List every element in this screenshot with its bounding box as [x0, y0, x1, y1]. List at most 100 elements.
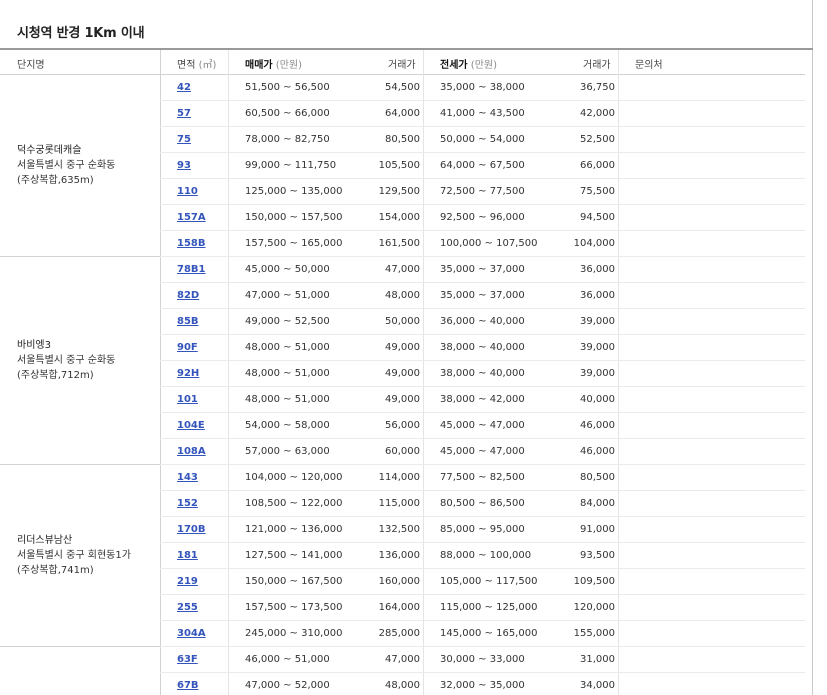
header-sale: 매매가 (만원) — [245, 56, 302, 71]
header-jeonse-tx: 거래가 — [583, 60, 611, 71]
jeonse-price-range: 50,000 ~ 54,000 — [440, 134, 525, 145]
sale-price-range: 150,000 ~ 157,500 — [245, 212, 343, 223]
jeonse-price-range: 45,000 ~ 47,000 — [440, 446, 525, 457]
sale-price-range: 127,500 ~ 141,000 — [245, 550, 343, 561]
area-link[interactable]: 101 — [177, 394, 198, 405]
table-row: 101 48,000 ~ 51,000 49,000 38,000 ~ 42,000 4… — [160, 387, 805, 413]
area-link[interactable]: 110 — [177, 186, 198, 197]
area-link[interactable]: 219 — [177, 576, 198, 587]
sale-price-range: 99,000 ~ 111,750 — [245, 160, 337, 171]
sale-transaction-price: 115,000 — [378, 498, 420, 509]
jeonse-transaction-price: 34,000 — [580, 680, 615, 691]
area-link[interactable]: 255 — [177, 602, 198, 613]
jeonse-price-range: 35,000 ~ 38,000 — [440, 82, 525, 93]
table-row: 75 78,000 ~ 82,750 80,500 50,000 ~ 54,000 52… — [160, 127, 805, 153]
table-row: 143 104,000 ~ 120,000 114,000 77,500 ~ 82,5… — [160, 465, 805, 491]
area-link[interactable]: 108A — [177, 446, 206, 457]
jeonse-transaction-price: 36,000 — [580, 264, 615, 275]
area-link[interactable]: 104E — [177, 420, 205, 431]
jeonse-price-range: 77,500 ~ 82,500 — [440, 472, 525, 483]
jeonse-price-range: 115,000 ~ 125,000 — [440, 602, 538, 613]
jeonse-price-range: 35,000 ~ 37,000 — [440, 290, 525, 301]
jeonse-transaction-price: 94,500 — [580, 212, 615, 223]
table-row: 104E 54,000 ~ 58,000 56,000 45,000 ~ 47,000… — [160, 413, 805, 439]
jeonse-price-range: 145,000 ~ 165,000 — [440, 628, 538, 639]
table-row: 110 125,000 ~ 135,000 129,500 72,500 ~ 77,5… — [160, 179, 805, 205]
jeonse-price-range: 45,000 ~ 47,000 — [440, 420, 525, 431]
area-link[interactable]: 63F — [177, 654, 198, 665]
sale-price-range: 78,000 ~ 82,750 — [245, 134, 330, 145]
area-link[interactable]: 67B — [177, 680, 199, 691]
sale-transaction-price: 105,500 — [378, 160, 420, 171]
area-link[interactable]: 90F — [177, 342, 198, 353]
complex-info: 리더스뷰남산 서울특별시 중구 회현동1가 (주상복합,741m) — [17, 533, 131, 578]
area-link[interactable]: 157A — [177, 212, 206, 223]
sale-price-range: 60,500 ~ 66,000 — [245, 108, 330, 119]
complex-group: 덕수궁롯데캐슬 서울특별시 중구 순화동 (주상복합,635m) 42 51,500 ~… — [0, 75, 805, 257]
sale-price-range: 54,000 ~ 58,000 — [245, 420, 330, 431]
area-link[interactable]: 75 — [177, 134, 191, 145]
jeonse-transaction-price: 75,500 — [580, 186, 615, 197]
complex-group: 리더스뷰남산 서울특별시 중구 회현동1가 (주상복합,741m) 143 104,00… — [0, 465, 805, 647]
area-link[interactable]: 170B — [177, 524, 206, 535]
jeonse-price-range: 38,000 ~ 40,000 — [440, 368, 525, 379]
table-row: 93 99,000 ~ 111,750 105,500 64,000 ~ 67,500… — [160, 153, 805, 179]
jeonse-transaction-price: 46,000 — [580, 420, 615, 431]
area-link[interactable]: 78B1 — [177, 264, 206, 275]
complex-name: 덕수궁롯데캐슬 — [17, 145, 82, 156]
jeonse-transaction-price: 31,000 — [580, 654, 615, 665]
area-link[interactable]: 152 — [177, 498, 198, 509]
jeonse-transaction-price: 39,000 — [580, 368, 615, 379]
title-bar: 시청역 반경 1Km 이내 — [0, 0, 813, 50]
jeonse-transaction-price: 84,000 — [580, 498, 615, 509]
sale-transaction-price: 114,000 — [378, 472, 420, 483]
area-link[interactable]: 143 — [177, 472, 198, 483]
header-jeonse: 전세가 (만원) — [440, 56, 497, 71]
table-row: 67B 47,000 ~ 52,000 48,000 32,000 ~ 35,000 3… — [160, 673, 805, 695]
area-link[interactable]: 85B — [177, 316, 199, 327]
jeonse-price-range: 64,000 ~ 67,500 — [440, 160, 525, 171]
complex-info: 바비엥3 서울특별시 중구 순화동 (주상복합,712m) — [17, 338, 115, 383]
table-row: 63F 46,000 ~ 51,000 47,000 30,000 ~ 33,000 3… — [160, 647, 805, 673]
sale-price-range: 46,000 ~ 51,000 — [245, 654, 330, 665]
area-link[interactable]: 181 — [177, 550, 198, 561]
sale-transaction-price: 161,500 — [378, 238, 420, 249]
table-row: 108A 57,000 ~ 63,000 60,000 45,000 ~ 47,000… — [160, 439, 805, 465]
jeonse-price-range: 72,500 ~ 77,500 — [440, 186, 525, 197]
sale-transaction-price: 60,000 — [385, 446, 420, 457]
header-area: 면적 (㎡) — [177, 56, 216, 71]
jeonse-price-range: 100,000 ~ 107,500 — [440, 238, 538, 249]
sale-transaction-price: 48,000 — [385, 290, 420, 301]
table-row: 304A 245,000 ~ 310,000 285,000 145,000 ~ 16… — [160, 621, 805, 647]
area-link[interactable]: 304A — [177, 628, 206, 639]
jeonse-transaction-price: 42,000 — [580, 108, 615, 119]
sale-price-range: 49,000 ~ 52,500 — [245, 316, 330, 327]
table-row: 181 127,500 ~ 141,000 136,000 88,000 ~ 100,… — [160, 543, 805, 569]
complex-group: 바비엥3 서울특별시 중구 순화동 (주상복합,712m) 78B1 45,000 ~ … — [0, 257, 805, 465]
area-link[interactable]: 42 — [177, 82, 191, 93]
jeonse-price-range: 30,000 ~ 33,000 — [440, 654, 525, 665]
jeonse-price-range: 105,000 ~ 117,500 — [440, 576, 538, 587]
sale-transaction-price: 54,500 — [385, 82, 420, 93]
sale-price-range: 157,500 ~ 173,500 — [245, 602, 343, 613]
area-link[interactable]: 92H — [177, 368, 199, 379]
sale-price-range: 245,000 ~ 310,000 — [245, 628, 343, 639]
area-link[interactable]: 82D — [177, 290, 199, 301]
area-link[interactable]: 57 — [177, 108, 191, 119]
area-link[interactable]: 93 — [177, 160, 191, 171]
jeonse-price-range: 38,000 ~ 42,000 — [440, 394, 525, 405]
complex-info: 덕수궁롯데캐슬 서울특별시 중구 순화동 (주상복합,635m) — [17, 143, 115, 188]
header-jeonse-unit: (만원) — [470, 60, 497, 71]
jeonse-price-range: 36,000 ~ 40,000 — [440, 316, 525, 327]
sale-transaction-price: 132,500 — [378, 524, 420, 535]
header-area-label: 면적 — [177, 60, 196, 71]
jeonse-price-range: 32,000 ~ 35,000 — [440, 680, 525, 691]
sale-price-range: 45,000 ~ 50,000 — [245, 264, 330, 275]
area-link[interactable]: 158B — [177, 238, 206, 249]
table-row: 78B1 45,000 ~ 50,000 47,000 35,000 ~ 37,000… — [160, 257, 805, 283]
jeonse-transaction-price: 52,500 — [580, 134, 615, 145]
sale-transaction-price: 164,000 — [378, 602, 420, 613]
sale-price-range: 47,000 ~ 51,000 — [245, 290, 330, 301]
header-contact: 문의처 — [635, 60, 663, 71]
table-row: 92H 48,000 ~ 51,000 49,000 38,000 ~ 40,000 3… — [160, 361, 805, 387]
